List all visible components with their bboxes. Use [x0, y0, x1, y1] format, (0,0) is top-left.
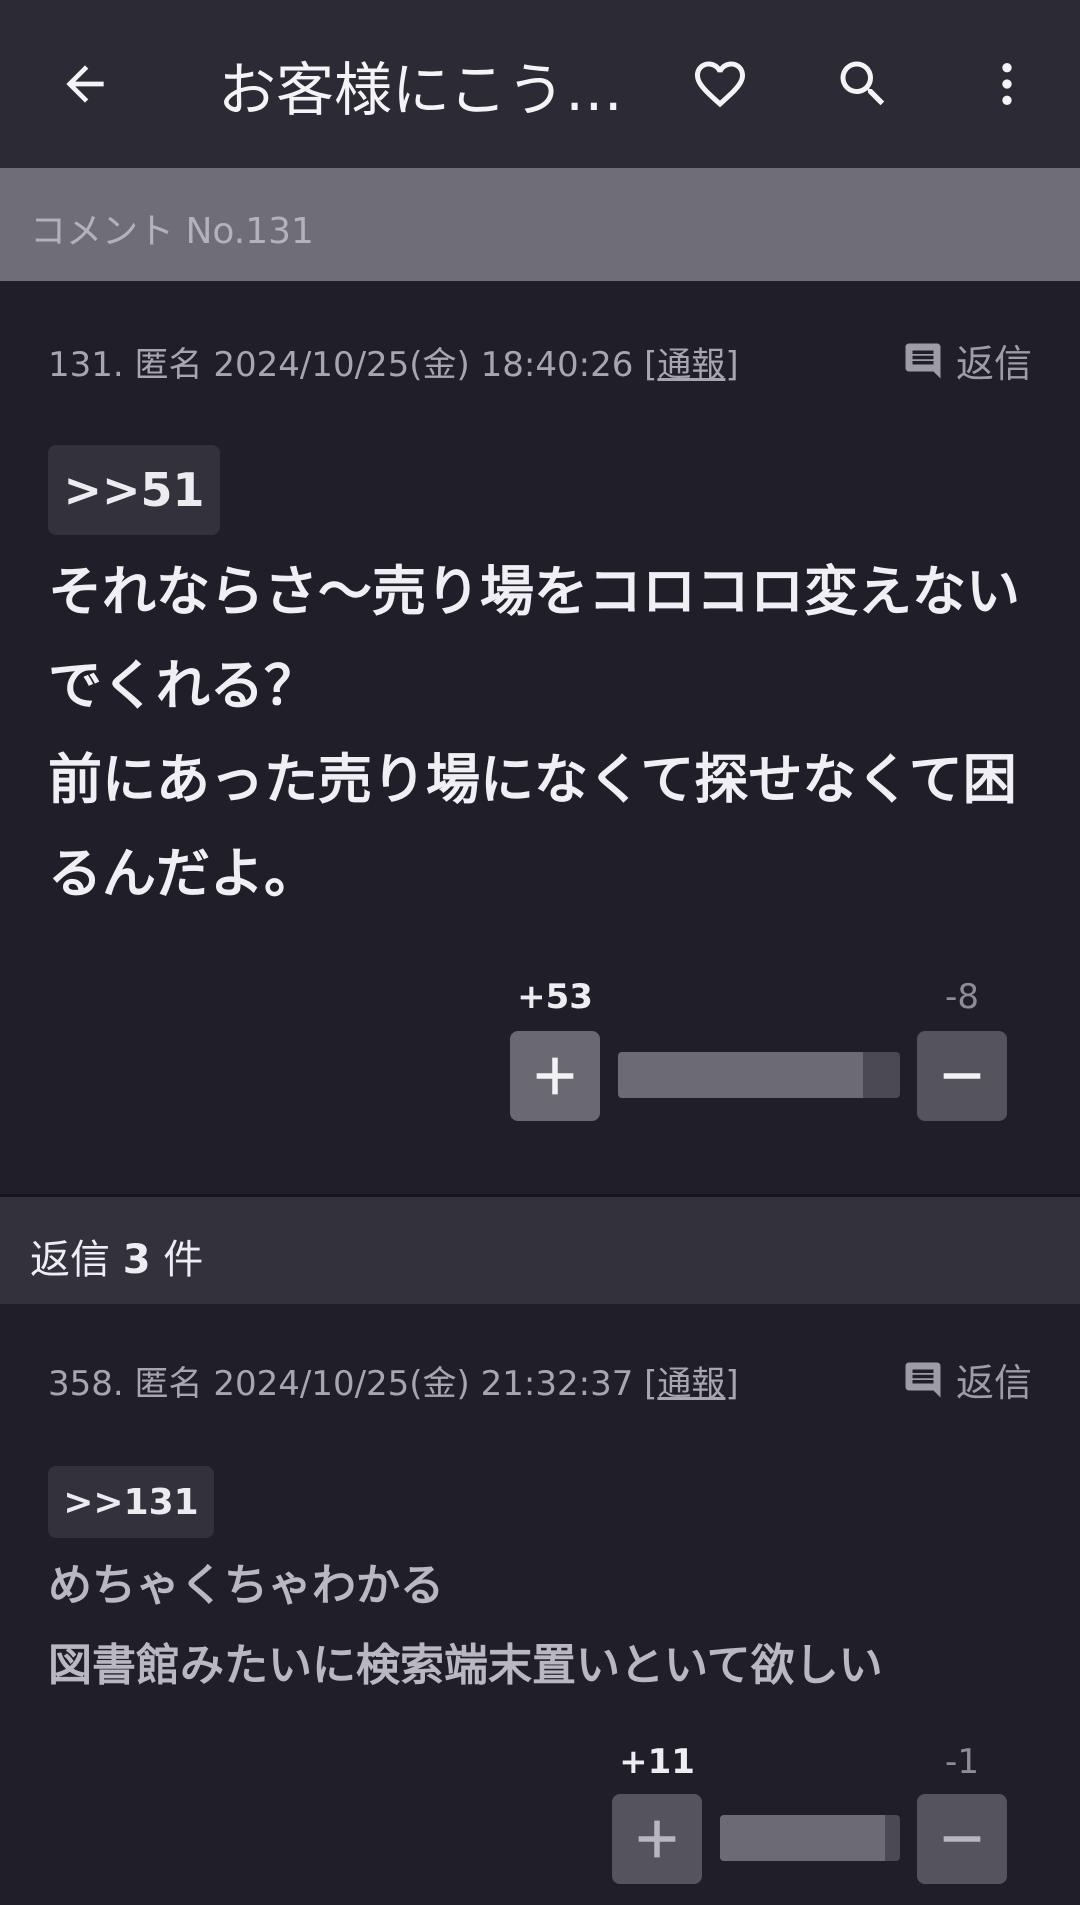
comment-icon [905, 1362, 941, 1397]
reply-label: 返信 [955, 342, 1032, 386]
reply-button[interactable]: 返信 [902, 1352, 1032, 1407]
plus-icon [536, 1057, 574, 1095]
search-icon[interactable] [823, 44, 903, 124]
minus-count: -1 [945, 1742, 979, 1782]
plus-count: +11 [619, 1742, 695, 1782]
minus-vote-button[interactable] [917, 1794, 1007, 1884]
replies-count: 3 [122, 1237, 151, 1283]
replies-suffix: 件 [163, 1237, 204, 1283]
report-link[interactable]: [通報] [644, 1364, 739, 1404]
vote-ratio-bar [618, 1052, 900, 1098]
reply-anchor-tag[interactable]: >>51 [48, 445, 220, 535]
plus-vote-button[interactable] [510, 1031, 600, 1121]
comment-author: 匿名 [134, 345, 203, 385]
comment-icon [905, 343, 941, 378]
page-title: お客様にこう… [218, 56, 623, 124]
section-label: コメント No.131 [30, 211, 314, 252]
plus-icon [638, 1820, 676, 1858]
app-bar: お客様にこう… [0, 0, 1080, 168]
minus-vote-button[interactable] [917, 1031, 1007, 1121]
report-label: 通報 [657, 345, 726, 385]
replies-prefix: 返信 [30, 1237, 110, 1283]
replies-count-label: 返信 3 件 [30, 1227, 203, 1285]
vote-ratio-fill [618, 1052, 864, 1098]
more-vert-icon[interactable] [967, 44, 1047, 124]
report-label: 通報 [657, 1364, 726, 1404]
comment-meta: 131. 匿名 2024/10/25(金) 18:40:26 [通報] [48, 337, 739, 386]
comment-datetime: 2024/10/25(金) 18:40:26 [213, 345, 634, 385]
minus-icon [943, 1836, 981, 1842]
reply-comment-card: 358. 匿名 2024/10/25(金) 21:32:37 [通報] 返信 >… [0, 1304, 1080, 1905]
replies-header: 返信 3 件 [0, 1194, 1080, 1304]
comment-author: 匿名 [134, 1364, 203, 1404]
comment-card: 131. 匿名 2024/10/25(金) 18:40:26 [通報] 返信 >… [0, 281, 1080, 1194]
comment-meta: 358. 匿名 2024/10/25(金) 21:32:37 [通報] [48, 1356, 739, 1405]
comment-number: 358. [48, 1364, 124, 1404]
comment-body: それならさ～売り場をコロコロ変えないでくれる？ 前にあった売り場になくて探せなく… [48, 560, 1020, 905]
comment-number: 131. [48, 345, 124, 385]
reply-anchor-tag[interactable]: >>131 [48, 1466, 214, 1538]
comment-body: めちゃくちゃわかる 図書館みたいに検索端末置いといて欲しい [48, 1560, 883, 1691]
comment-datetime: 2024/10/25(金) 21:32:37 [213, 1364, 634, 1404]
minus-count: -8 [945, 977, 979, 1017]
reply-label: 返信 [955, 1361, 1032, 1405]
reply-button[interactable]: 返信 [902, 333, 1032, 388]
plus-vote-button[interactable] [612, 1794, 702, 1884]
vote-ratio-fill [720, 1815, 886, 1861]
section-header: コメント No.131 [0, 168, 1080, 281]
heart-icon[interactable] [680, 44, 760, 124]
report-link[interactable]: [通報] [644, 345, 739, 385]
back-arrow-icon[interactable] [45, 44, 125, 124]
minus-icon [943, 1073, 981, 1079]
vote-ratio-bar [720, 1815, 900, 1861]
plus-count: +53 [517, 977, 593, 1017]
